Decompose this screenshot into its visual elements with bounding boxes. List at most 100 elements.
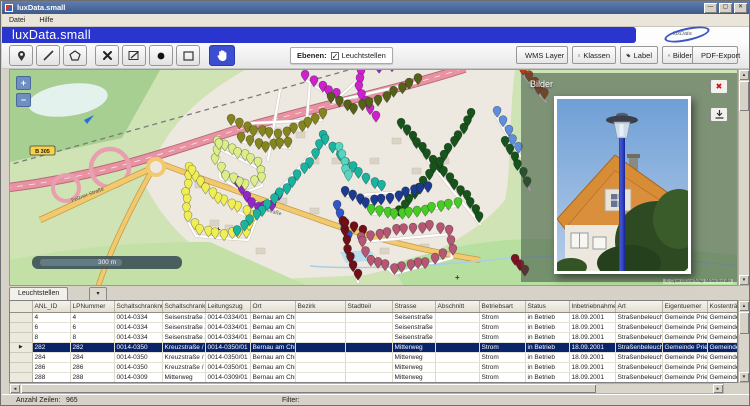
- scroll-right-icon[interactable]: ►: [713, 384, 723, 393]
- table-cell[interactable]: 282: [32, 342, 70, 352]
- table-cell[interactable]: Bernau am Chiem...: [250, 352, 295, 362]
- table-row[interactable]: 660014-0334Seisenstraße / Bu...0014-0334…: [10, 322, 737, 332]
- table-cell[interactable]: Gemeinde Prien: [662, 312, 707, 322]
- table-cell[interactable]: in Betrieb: [525, 332, 569, 342]
- table-cell[interactable]: 18.09.2001: [569, 332, 615, 342]
- table-cell[interactable]: [295, 322, 345, 332]
- scroll-up-icon[interactable]: ▲: [739, 70, 749, 80]
- column-header[interactable]: Bezirk: [295, 301, 345, 312]
- table-cell[interactable]: in Betrieb: [525, 312, 569, 322]
- table-cell[interactable]: Seisenstraße: [392, 312, 435, 322]
- table-cell[interactable]: Seisenstraße / Bu...: [162, 332, 205, 342]
- table-cell[interactable]: Seisenstraße: [392, 332, 435, 342]
- table-cell[interactable]: Strom: [479, 342, 525, 352]
- table-cell[interactable]: Gemeinde Prie: [707, 332, 737, 342]
- menu-datei[interactable]: Datei: [2, 17, 32, 24]
- table-cell[interactable]: in Betrieb: [525, 362, 569, 372]
- table-cell[interactable]: [345, 372, 392, 382]
- row-selector[interactable]: [10, 362, 32, 372]
- add-point-tool-button[interactable]: [9, 45, 33, 66]
- row-selector-header[interactable]: [10, 301, 32, 312]
- map-scroll-thumb[interactable]: [739, 81, 749, 111]
- table-cell[interactable]: [295, 352, 345, 362]
- table-cell[interactable]: Strom: [479, 312, 525, 322]
- table-cell[interactable]: 18.09.2001: [569, 322, 615, 332]
- table-cell[interactable]: [435, 342, 479, 352]
- table-cell[interactable]: 282: [70, 342, 114, 352]
- column-header[interactable]: Ort: [250, 301, 295, 312]
- grid-hscroll-thumb[interactable]: [21, 384, 596, 393]
- table-cell[interactable]: 0014-0334: [114, 312, 162, 322]
- table-cell[interactable]: 4: [70, 312, 114, 322]
- row-selector[interactable]: [10, 322, 32, 332]
- table-cell[interactable]: 18.09.2001: [569, 312, 615, 322]
- draw-line-tool-button[interactable]: [36, 45, 60, 66]
- table-cell[interactable]: 0014-0334/01: [205, 312, 250, 322]
- table-cell[interactable]: Gemeinde Prien: [662, 342, 707, 352]
- table-cell[interactable]: in Betrieb: [525, 342, 569, 352]
- row-selector[interactable]: ▶: [10, 342, 32, 352]
- table-cell[interactable]: Gemeinde Prien: [662, 332, 707, 342]
- table-cell[interactable]: [295, 372, 345, 382]
- scroll-left-icon[interactable]: ◄: [10, 384, 20, 393]
- table-cell[interactable]: Bernau am Chiem...: [250, 342, 295, 352]
- table-cell[interactable]: 284: [32, 352, 70, 362]
- table-cell[interactable]: Seisenstraße: [392, 322, 435, 332]
- table-cell[interactable]: [295, 332, 345, 342]
- zoom-in-button[interactable]: +: [16, 76, 31, 90]
- table-cell[interactable]: [435, 362, 479, 372]
- grid-vertical-scrollbar[interactable]: ▲ ▼: [738, 300, 750, 383]
- close-photo-button[interactable]: ✖: [710, 79, 728, 94]
- table-cell[interactable]: [345, 352, 392, 362]
- table-cell[interactable]: Gemeinde Prie: [707, 352, 737, 362]
- table-cell[interactable]: Kreuzstraße / Mit...: [162, 352, 205, 362]
- table-row[interactable]: 440014-0334Seisenstraße / Bu...0014-0334…: [10, 312, 737, 322]
- table-cell[interactable]: [295, 362, 345, 372]
- table-cell[interactable]: 284: [70, 352, 114, 362]
- table-cell[interactable]: Kreuzstraße / Mit...: [162, 342, 205, 352]
- minimize-button[interactable]: —: [704, 3, 717, 13]
- row-selector[interactable]: [10, 372, 32, 382]
- table-cell[interactable]: 0014-0350/01: [205, 342, 250, 352]
- table-cell[interactable]: [345, 342, 392, 352]
- table-cell[interactable]: 286: [32, 362, 70, 372]
- table-cell[interactable]: 0014-0350: [114, 352, 162, 362]
- label-button[interactable]: Label: [620, 46, 658, 64]
- column-header[interactable]: ANL_ID: [32, 301, 70, 312]
- table-cell[interactable]: Seisenstraße / Bu...: [162, 312, 205, 322]
- column-header[interactable]: Abschnitt: [435, 301, 479, 312]
- column-header[interactable]: Eigentuemer: [662, 301, 707, 312]
- table-cell[interactable]: 0014-0334/01: [205, 332, 250, 342]
- table-cell[interactable]: Mitterweg: [392, 362, 435, 372]
- pdf-export-button[interactable]: PDF-Export: [692, 46, 738, 64]
- point-style-tool-button[interactable]: [149, 45, 173, 66]
- table-cell[interactable]: Seisenstraße / Bu...: [162, 322, 205, 332]
- column-header[interactable]: Art: [615, 301, 662, 312]
- table-cell[interactable]: [345, 312, 392, 322]
- rectangle-select-tool-button[interactable]: [176, 45, 200, 66]
- row-selector[interactable]: [10, 312, 32, 322]
- table-cell[interactable]: 0014-0350/01: [205, 352, 250, 362]
- table-cell[interactable]: 286: [70, 362, 114, 372]
- table-cell[interactable]: Strom: [479, 372, 525, 382]
- table-cell[interactable]: Bernau am Chiem...: [250, 362, 295, 372]
- table-cell[interactable]: [435, 312, 479, 322]
- table-cell[interactable]: in Betrieb: [525, 372, 569, 382]
- map-vertical-scrollbar[interactable]: ▲ ▼: [738, 69, 750, 286]
- close-button[interactable]: ✕: [734, 3, 747, 13]
- klassen-button[interactable]: Klassen: [572, 46, 616, 64]
- scroll-up-icon[interactable]: ▲: [739, 301, 749, 311]
- table-cell[interactable]: 18.09.2001: [569, 372, 615, 382]
- draw-polygon-tool-button[interactable]: [63, 45, 87, 66]
- save-photo-button[interactable]: [710, 107, 728, 122]
- table-cell[interactable]: Kreuzstraße / Mit...: [162, 362, 205, 372]
- table-cell[interactable]: 0014-0350: [114, 362, 162, 372]
- table-cell[interactable]: Bernau am Chiem...: [250, 372, 295, 382]
- table-cell[interactable]: 0014-0309: [114, 372, 162, 382]
- column-header[interactable]: Inbetriebnahme: [569, 301, 615, 312]
- table-cell[interactable]: Gemeinde Prien: [662, 322, 707, 332]
- table-cell[interactable]: Strom: [479, 352, 525, 362]
- table-cell[interactable]: Straßenbeleucht...: [615, 312, 662, 322]
- table-cell[interactable]: [435, 322, 479, 332]
- table-cell[interactable]: 18.09.2001: [569, 342, 615, 352]
